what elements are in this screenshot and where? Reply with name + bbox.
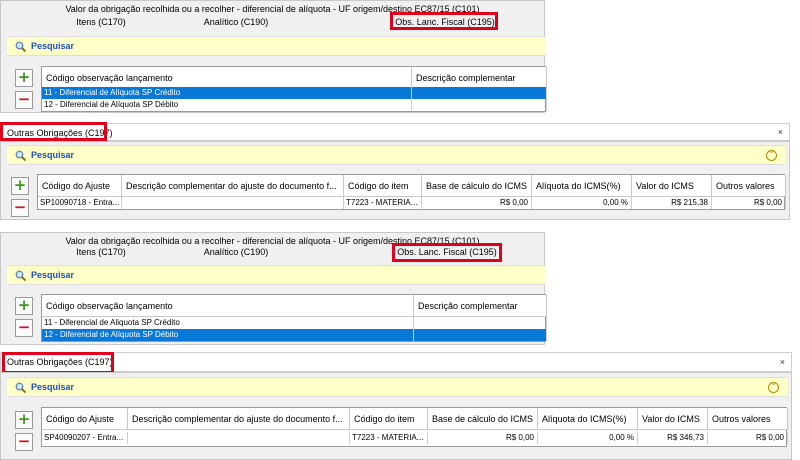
tab-itens[interactable]: Itens (C170) (61, 17, 141, 27)
add-button[interactable]: + (15, 297, 33, 315)
add-button[interactable]: + (15, 411, 33, 429)
c197-section-1-header: Outras Obrigações (C197) × (0, 123, 790, 141)
search-bar[interactable]: Pesquisar (7, 36, 546, 56)
search-bar[interactable]: Pesquisar ︾ (7, 145, 785, 165)
column-header[interactable]: Código observação lançamento (42, 67, 412, 89)
magnifier-icon (15, 382, 26, 393)
table-cell[interactable]: SP10090718 - Entra... (38, 197, 122, 209)
adjustments-table: Código do Ajuste Descrição complementar … (37, 174, 786, 210)
table-cell[interactable]: T7223 - MATERIA... (350, 432, 428, 444)
column-header[interactable]: Base de cálculo do ICMS (428, 408, 538, 430)
highlight-box (390, 12, 498, 30)
observation-table: Código observação lançamento Descrição c… (41, 66, 547, 112)
table-cell[interactable]: 12 - Diferencial de Alíquota SP Débito (42, 329, 414, 341)
magnifier-icon (15, 150, 26, 161)
add-button[interactable]: + (15, 69, 33, 87)
close-icon[interactable]: × (778, 127, 783, 137)
search-label[interactable]: Pesquisar (31, 382, 74, 392)
magnifier-icon (15, 270, 26, 281)
table-cell[interactable]: 0,00 % (538, 432, 638, 444)
table-cell[interactable]: R$ 0,00 (708, 432, 788, 444)
column-header[interactable]: Base de cálculo do ICMS (422, 175, 532, 197)
table-cell[interactable] (412, 99, 547, 111)
observation-table: Código observação lançamento Descrição c… (41, 294, 547, 342)
c197-section-2-header: Outras Obrigações (C197) × (0, 352, 792, 372)
table-cell[interactable]: R$ 346,73 (638, 432, 708, 444)
table-cell[interactable]: R$ 0,00 (428, 432, 538, 444)
table-cell[interactable]: 11 - Diferencial de Alíquota SP Crédito (42, 87, 412, 99)
remove-button[interactable]: − (11, 199, 29, 217)
search-bar[interactable]: Pesquisar (7, 265, 546, 285)
column-header[interactable]: Descrição complementar (412, 67, 547, 89)
highlight-box (392, 243, 502, 262)
search-label[interactable]: Pesquisar (31, 41, 74, 51)
table-cell[interactable]: SP40090207 - Entra... (42, 432, 128, 444)
column-header[interactable]: Outros valores (712, 175, 786, 197)
column-header[interactable]: Alíquota do ICMS(%) (538, 408, 638, 430)
table-cell[interactable]: R$ 215,38 (632, 197, 712, 209)
highlight-box (2, 352, 114, 374)
table-cell[interactable]: 11 - Diferencial de Aliquota SP Crédito (42, 317, 414, 329)
column-header[interactable]: Descrição complementar do ajuste do docu… (122, 175, 344, 197)
double-chevron-down-icon[interactable]: ︾ (768, 382, 779, 393)
search-label[interactable]: Pesquisar (31, 270, 74, 280)
column-header[interactable]: Código do Ajuste (38, 175, 122, 197)
tab-analitico[interactable]: Analítico (C190) (191, 17, 281, 27)
table-cell[interactable]: 0,00 % (532, 197, 632, 209)
c197-panel-1: Pesquisar ︾ + − Código do Ajuste Descriç… (0, 141, 790, 220)
column-header[interactable]: Alíquota do ICMS(%) (532, 175, 632, 197)
search-label[interactable]: Pesquisar (31, 150, 74, 160)
column-header[interactable]: Código do Ajuste (42, 408, 128, 430)
column-header[interactable]: Código do item (350, 408, 428, 430)
table-cell[interactable] (414, 317, 547, 329)
column-header[interactable]: Outros valores (708, 408, 788, 430)
column-header[interactable]: Valor do ICMS (632, 175, 712, 197)
table-cell[interactable]: R$ 0,00 (712, 197, 786, 209)
magnifier-icon (15, 41, 26, 52)
search-bar[interactable]: Pesquisar ︾ (7, 377, 787, 397)
adjustments-table: Código do Ajuste Descrição complementar … (41, 407, 788, 447)
close-icon[interactable]: × (780, 357, 785, 367)
table-cell[interactable] (128, 432, 350, 444)
remove-button[interactable]: − (15, 91, 33, 109)
column-header[interactable]: Valor do ICMS (638, 408, 708, 430)
tab-itens[interactable]: Itens (C170) (61, 247, 141, 257)
column-header[interactable]: Código do item (344, 175, 422, 197)
table-cell[interactable] (122, 197, 344, 209)
double-chevron-down-icon[interactable]: ︾ (766, 150, 777, 161)
add-button[interactable]: + (11, 177, 29, 195)
table-cell[interactable] (414, 329, 547, 341)
c197-panel-2: Pesquisar ︾ + − Código do Ajuste Descriç… (0, 372, 792, 460)
remove-button[interactable]: − (15, 433, 33, 451)
remove-button[interactable]: − (15, 319, 33, 337)
table-cell[interactable] (412, 87, 547, 99)
tab-analitico[interactable]: Analítico (C190) (191, 247, 281, 257)
column-header[interactable]: Código observação lançamento (42, 295, 414, 317)
table-cell[interactable]: 12 - Diferencial de Alíquota SP Débito (42, 99, 412, 111)
table-cell[interactable]: T7223 - MATERIA... (344, 197, 422, 209)
column-header[interactable]: Descrição complementar do ajuste do docu… (128, 408, 350, 430)
column-header[interactable]: Descrição complementar (414, 295, 547, 317)
highlight-box (0, 122, 107, 141)
table-cell[interactable]: R$ 0,00 (422, 197, 532, 209)
